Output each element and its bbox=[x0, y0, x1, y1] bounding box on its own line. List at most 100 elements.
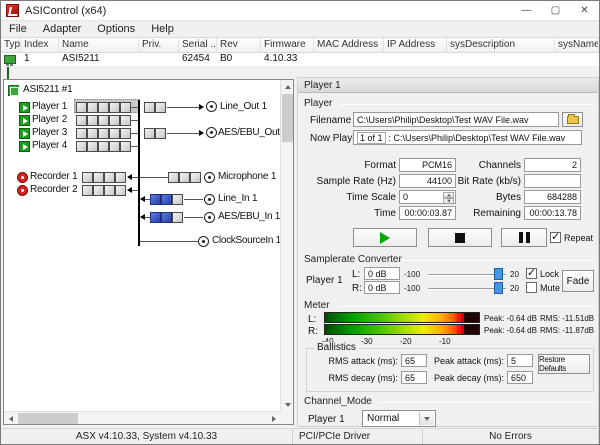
chain-node-icon[interactable] bbox=[155, 128, 166, 139]
fade-button[interactable]: Fade bbox=[562, 270, 594, 292]
chain-node-icon[interactable] bbox=[87, 102, 98, 113]
chain-node-icon[interactable] bbox=[76, 128, 87, 139]
chain-node-icon[interactable] bbox=[93, 172, 104, 183]
chain-node-icon[interactable] bbox=[150, 212, 161, 223]
scroll-up-arrow-icon[interactable] bbox=[281, 80, 294, 93]
chain-node-icon[interactable] bbox=[150, 194, 161, 205]
col-type[interactable]: Type bbox=[1, 38, 21, 53]
chain-node-icon[interactable] bbox=[190, 172, 201, 183]
chain-node-icon[interactable] bbox=[82, 185, 93, 196]
peak-attack-field[interactable]: 5 bbox=[507, 354, 533, 367]
chain-node-icon[interactable] bbox=[168, 172, 179, 183]
chain-node-icon[interactable] bbox=[98, 115, 109, 126]
maximize-button[interactable]: ▢ bbox=[541, 1, 570, 20]
col-name[interactable]: Name bbox=[59, 38, 139, 53]
channel-mode-dropdown[interactable]: Normal bbox=[362, 410, 436, 427]
tree-node-player1[interactable]: Player 1 bbox=[32, 101, 67, 112]
tree-node-player3[interactable]: Player 3 bbox=[32, 127, 67, 138]
tree-node-player4[interactable]: Player 4 bbox=[32, 140, 67, 151]
chain-node-icon[interactable] bbox=[82, 172, 93, 183]
scroll-right-arrow-icon[interactable] bbox=[267, 412, 280, 425]
chain-node-icon[interactable] bbox=[109, 102, 120, 113]
restore-defaults-button[interactable]: Restore Defaults bbox=[538, 354, 590, 374]
tree-node-aes-ebu-in[interactable]: AES/EBU_In 1 bbox=[218, 211, 280, 222]
tree-node-aes-ebu-out[interactable]: AES/EBU_Out 1 bbox=[218, 127, 287, 138]
rms-decay-field[interactable]: 65 bbox=[401, 371, 427, 384]
chain-node-icon[interactable] bbox=[115, 172, 126, 183]
chain-node-icon[interactable] bbox=[144, 102, 155, 113]
chain-node-icon[interactable] bbox=[179, 172, 190, 183]
chain-node-icon[interactable] bbox=[115, 185, 126, 196]
lock-checkbox[interactable] bbox=[526, 268, 537, 279]
chain-node-icon[interactable] bbox=[109, 115, 120, 126]
left-gain-field[interactable]: 0 dB bbox=[364, 267, 400, 280]
tree-node-recorder1[interactable]: Recorder 1 bbox=[30, 171, 77, 182]
col-serial[interactable]: Serial ... bbox=[179, 38, 217, 53]
chain-node-icon[interactable] bbox=[120, 128, 131, 139]
col-rev[interactable]: Rev bbox=[217, 38, 261, 53]
tree-node-line-out[interactable]: Line_Out 1 bbox=[220, 101, 267, 112]
scroll-down-arrow-icon[interactable] bbox=[281, 398, 294, 411]
filename-field[interactable]: C:\Users\Philip\Desktop\Test WAV File.wa… bbox=[353, 112, 559, 127]
chain-node-icon[interactable] bbox=[98, 128, 109, 139]
close-button[interactable]: ✕ bbox=[570, 1, 599, 20]
chain-node-icon[interactable] bbox=[109, 141, 120, 152]
menu-file[interactable]: File bbox=[1, 21, 35, 37]
left-gain-slider-thumb[interactable] bbox=[494, 268, 503, 280]
chain-node-icon[interactable] bbox=[120, 141, 131, 152]
tree-node-recorder2[interactable]: Recorder 2 bbox=[30, 184, 77, 195]
chain-node-icon[interactable] bbox=[76, 115, 87, 126]
rms-attack-field[interactable]: 65 bbox=[401, 354, 427, 367]
tree-node-clock-source[interactable]: ClockSourceIn 1 bbox=[212, 235, 281, 246]
col-ip[interactable]: IP Address bbox=[384, 38, 447, 53]
chain-node-icon[interactable] bbox=[161, 194, 172, 205]
col-mac[interactable]: MAC Address bbox=[314, 38, 384, 53]
mute-checkbox[interactable] bbox=[526, 282, 537, 293]
chain-node-icon[interactable] bbox=[172, 212, 183, 223]
adapter-node-label[interactable]: ASI5211 #1 bbox=[23, 84, 73, 95]
tree-node-line-in[interactable]: Line_In 1 bbox=[218, 193, 257, 204]
horizontal-scroll-thumb[interactable] bbox=[18, 413, 78, 424]
minimize-button[interactable]: — bbox=[512, 1, 541, 20]
tree-vertical-scrollbar[interactable] bbox=[280, 80, 293, 411]
chain-node-icon[interactable] bbox=[144, 128, 155, 139]
chain-node-icon[interactable] bbox=[93, 185, 104, 196]
dropdown-arrow-icon[interactable] bbox=[419, 412, 434, 425]
chain-node-icon[interactable] bbox=[87, 141, 98, 152]
chain-node-icon[interactable] bbox=[120, 115, 131, 126]
chain-node-icon[interactable] bbox=[76, 102, 87, 113]
chain-node-icon[interactable] bbox=[109, 128, 120, 139]
col-sysdescription[interactable]: sysDescription bbox=[447, 38, 555, 53]
chain-node-icon[interactable] bbox=[172, 194, 183, 205]
adapter-row[interactable]: 1 ASI5211 62454 B0 4.10.33 bbox=[1, 53, 599, 66]
pause-button[interactable] bbox=[501, 228, 547, 247]
browse-button[interactable] bbox=[562, 112, 583, 127]
chain-node-icon[interactable] bbox=[104, 172, 115, 183]
col-firmware[interactable]: Firmware bbox=[261, 38, 314, 53]
chain-node-icon[interactable] bbox=[155, 102, 166, 113]
repeat-checkbox[interactable] bbox=[550, 232, 561, 243]
play-button[interactable] bbox=[353, 228, 417, 247]
stop-button[interactable] bbox=[428, 228, 492, 247]
chain-node-icon[interactable] bbox=[104, 185, 115, 196]
chain-node-icon[interactable] bbox=[120, 102, 131, 113]
menu-help[interactable]: Help bbox=[143, 21, 182, 37]
col-sysname[interactable]: sysName bbox=[555, 38, 599, 53]
right-gain-field[interactable]: 0 dB bbox=[364, 281, 400, 294]
chain-node-icon[interactable] bbox=[161, 212, 172, 223]
col-priv[interactable]: Priv. bbox=[139, 38, 179, 53]
chain-node-icon[interactable] bbox=[76, 141, 87, 152]
scroll-left-arrow-icon[interactable] bbox=[4, 412, 17, 425]
tree-horizontal-scrollbar[interactable] bbox=[4, 411, 280, 424]
right-gain-slider-thumb[interactable] bbox=[494, 282, 503, 294]
tree-node-player2[interactable]: Player 2 bbox=[32, 114, 67, 125]
menu-options[interactable]: Options bbox=[89, 21, 143, 37]
tree-node-microphone[interactable]: Microphone 1 bbox=[218, 171, 276, 182]
chain-node-icon[interactable] bbox=[98, 102, 109, 113]
vertical-scroll-thumb[interactable] bbox=[282, 94, 293, 142]
chain-node-icon[interactable] bbox=[87, 128, 98, 139]
chain-node-icon[interactable] bbox=[87, 115, 98, 126]
chain-node-icon[interactable] bbox=[98, 141, 109, 152]
peak-decay-field[interactable]: 650 bbox=[507, 371, 533, 384]
menu-adapter[interactable]: Adapter bbox=[35, 21, 90, 37]
